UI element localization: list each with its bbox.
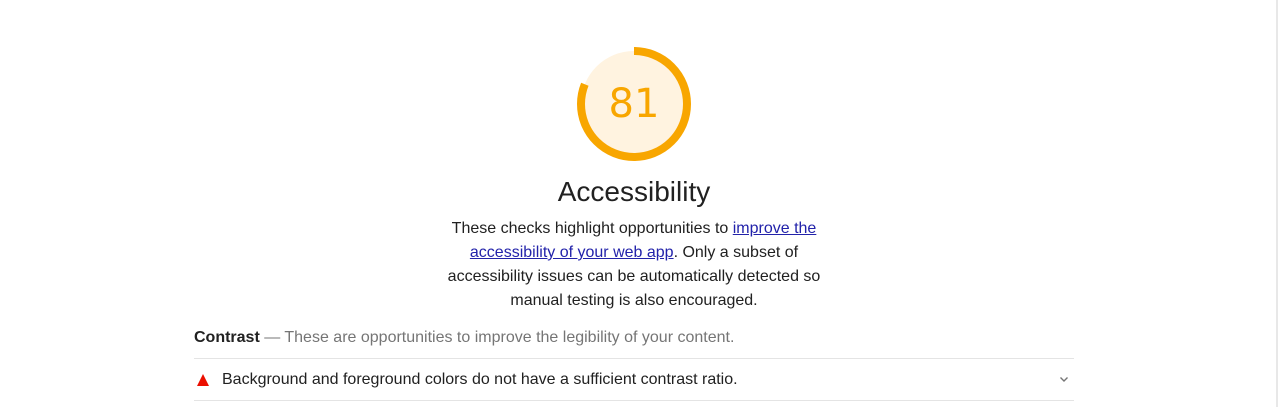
score-gauge: 81 (574, 44, 694, 164)
description-text-before: These checks highlight opportunities to (451, 220, 733, 237)
chevron-down-icon[interactable] (1058, 373, 1070, 385)
group-header: Contrast — These are opportunities to im… (194, 327, 1074, 349)
divider (194, 400, 1074, 401)
group-description: — These are opportunities to improve the… (259, 329, 735, 346)
category-description: These checks highlight opportunities to … (434, 217, 834, 313)
category-title: Accessibility (557, 176, 711, 207)
audit-row-color-contrast[interactable]: Background and foreground colors do not … (194, 359, 1074, 401)
warning-triangle-icon (197, 374, 209, 386)
score-value: 81 (608, 81, 660, 127)
audit-title: Background and foreground colors do not … (222, 371, 738, 388)
group-title: Contrast (194, 329, 260, 346)
